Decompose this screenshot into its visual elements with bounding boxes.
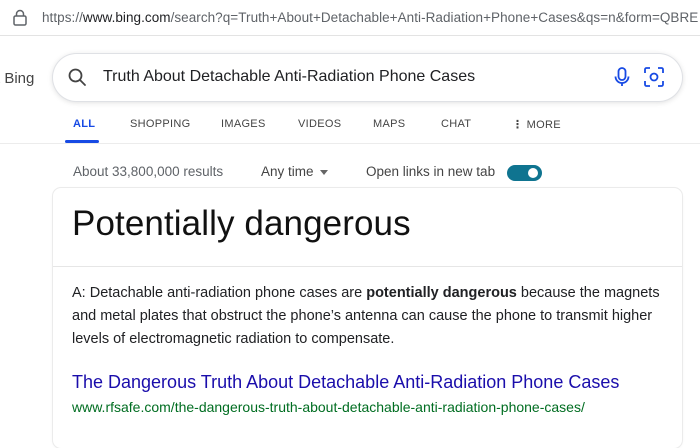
search-query[interactable]: Truth About Detachable Anti-Radiation Ph… <box>103 68 475 86</box>
answer-prefix: A: Detachable anti-radiation phone cases… <box>72 285 367 301</box>
new-tab-toggle[interactable] <box>507 165 542 181</box>
time-filter-label: Any time <box>261 164 314 179</box>
answer-headline: Potentially dangerous <box>72 204 411 243</box>
answer-text: A: Detachable anti-radiation phone cases… <box>72 282 662 351</box>
source-link-url[interactable]: www.rfsafe.com/the-dangerous-truth-about… <box>72 399 585 415</box>
url-domain: www.bing.com <box>82 10 171 25</box>
source-link-title[interactable]: The Dangerous Truth About Detachable Ant… <box>72 372 619 393</box>
result-count: About 33,800,000 results <box>73 164 224 179</box>
bing-logo-text[interactable]: t Bing <box>0 70 34 87</box>
search-box[interactable]: Truth About Detachable Anti-Radiation Ph… <box>53 54 682 101</box>
search-tabs: ALL SHOPPING IMAGES VIDEOS MAPS CHAT ⋮ M… <box>0 112 700 144</box>
tab-maps[interactable]: MAPS <box>373 118 405 130</box>
tab-all[interactable]: ALL <box>73 118 95 130</box>
tabs-divider <box>0 143 700 144</box>
url-prefix: https:// <box>42 10 83 25</box>
tab-chat[interactable]: CHAT <box>441 118 471 130</box>
tab-more-label: MORE <box>526 119 561 131</box>
results-meta-bar: About 33,800,000 results Any time Open l… <box>0 160 700 184</box>
tab-videos[interactable]: VIDEOS <box>298 118 341 130</box>
visual-search-icon[interactable] <box>643 66 665 88</box>
lock-icon[interactable] <box>12 9 28 26</box>
tab-images[interactable]: IMAGES <box>221 118 266 130</box>
time-filter-dropdown[interactable]: Any time <box>261 164 328 179</box>
address-bar[interactable]: https://www.bing.com/search?q=Truth+Abou… <box>0 0 700 36</box>
card-divider <box>53 266 682 267</box>
microphone-icon[interactable] <box>611 66 633 88</box>
chevron-down-icon <box>319 169 328 175</box>
toggle-knob <box>528 168 538 178</box>
tab-more[interactable]: ⋮ MORE <box>512 118 561 131</box>
answer-card: Potentially dangerous A: Detachable anti… <box>53 188 682 448</box>
url-path: /search?q=Truth+About+Detachable+Anti-Ra… <box>170 10 699 25</box>
more-dots-icon: ⋮ <box>512 119 527 131</box>
new-tab-label: Open links in new tab <box>366 164 496 179</box>
url-text[interactable]: https://www.bing.com/search?q=Truth+Abou… <box>42 10 698 25</box>
answer-bold: potentially dangerous <box>366 285 517 301</box>
tab-shopping[interactable]: SHOPPING <box>130 118 190 130</box>
search-icon[interactable] <box>67 67 87 87</box>
